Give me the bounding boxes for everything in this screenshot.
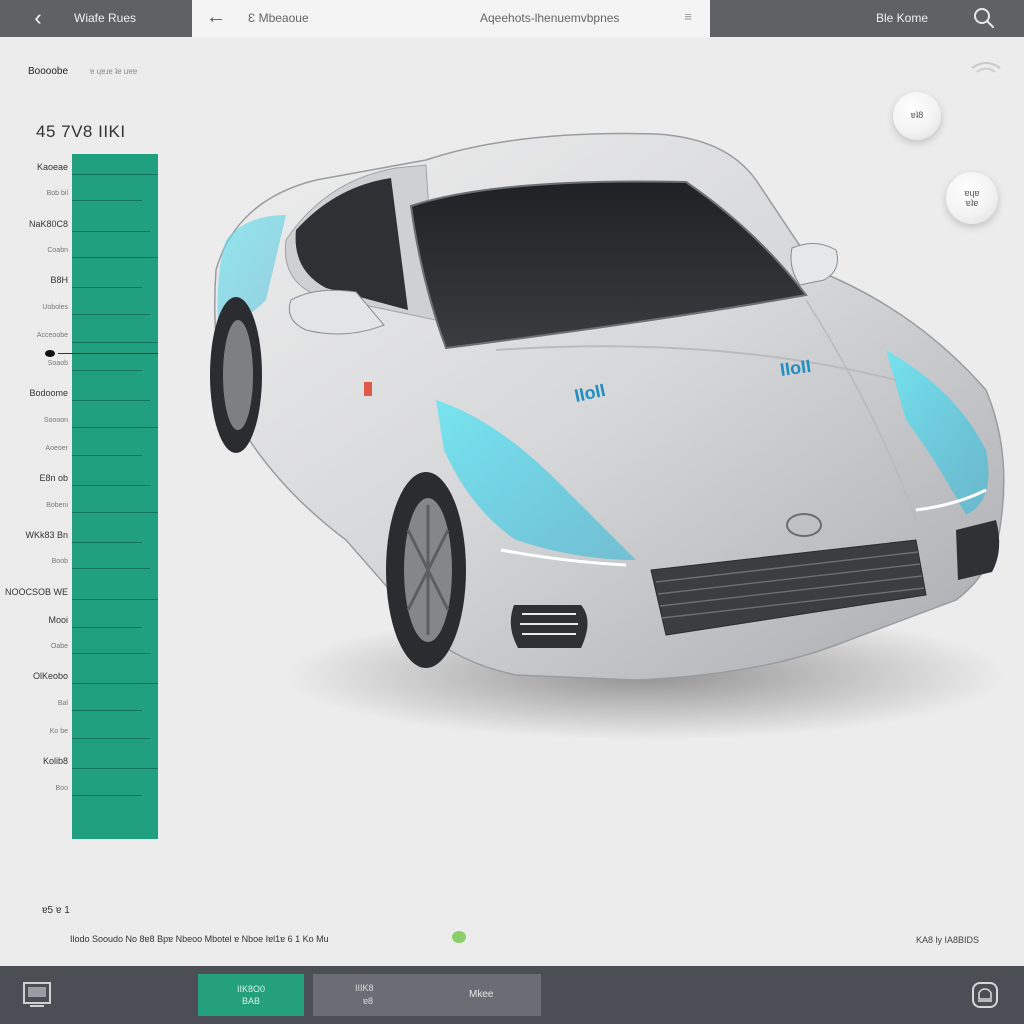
badge-top-line1: ɐʇ8: [910, 110, 924, 120]
back-arrow-icon[interactable]: ‹: [26, 5, 50, 31]
address-link[interactable]: Aqeehots-lhenuemvbpnes: [480, 11, 619, 25]
footer-right-text: KA8 ly IA8BIDS: [916, 935, 980, 945]
bar-grid-line: [72, 485, 150, 487]
car-side-marker: [364, 382, 372, 396]
level-bar-panel: [72, 154, 158, 839]
stat-label: Ko be: [49, 728, 68, 735]
bar-grid-line: [72, 626, 142, 628]
bar-grid-line: [72, 174, 158, 175]
badge-bottom-line1: ɐɥɐ: [964, 188, 980, 198]
bar-grid-line: [72, 287, 142, 289]
bottom-bar: IIK8O0 BAB IIIK8 ɐ8 Mkee: [0, 966, 1024, 1024]
bar-grid-line: [72, 768, 158, 770]
car-fog-light-right: [956, 520, 1000, 580]
bar-grid-line: [72, 738, 150, 739]
car-hood-text-right: IIoII: [779, 356, 812, 380]
stat-label: NaK80C8: [28, 218, 68, 229]
bar-grid-line: [72, 341, 158, 343]
primary-button-line1: IIK8O0: [236, 984, 265, 994]
stat-label: E8n ob: [39, 473, 68, 484]
slider-handle[interactable]: [45, 350, 55, 357]
bar-grid-line: [72, 541, 142, 543]
stat-label: Mooi: [48, 614, 68, 625]
stat-label: WKk83 Bn: [25, 529, 68, 540]
search-input[interactable]: [248, 11, 448, 25]
secondary-button-line2: Mkee: [469, 989, 494, 1000]
arrow-left-icon[interactable]: ←: [204, 6, 228, 30]
bar-grid-line: [72, 313, 150, 315]
car-logo: [786, 513, 822, 537]
status-dot: [452, 931, 466, 943]
stat-label: Boob: [51, 558, 68, 566]
search-icon[interactable]: [970, 4, 998, 32]
equalizer-icon[interactable]: ≡: [680, 9, 696, 27]
wifi-icon: [971, 62, 1001, 73]
secondary-mode-button[interactable]: IIIK8 ɐ8 Mkee: [313, 974, 541, 1016]
stat-label: Oabe: [50, 643, 68, 651]
stat-label: Kaoeae: [36, 162, 68, 172]
account-label[interactable]: Ble Kome: [876, 11, 928, 25]
primary-button-line2: BAB: [241, 996, 260, 1006]
stat-label: Bodoome: [29, 388, 68, 399]
stat-label: B8H: [50, 275, 68, 286]
stat-label: Coabn: [47, 246, 68, 254]
stat-label: Acceoobe: [36, 331, 68, 339]
stat-label: Bal: [57, 699, 68, 707]
bar-grid-line: [72, 230, 150, 232]
speed-readout: 45 7V8 IIKI: [36, 122, 126, 141]
slider-track: [58, 353, 158, 354]
stat-label: Soaob: [47, 360, 68, 368]
stat-label: Aoeoer: [45, 445, 68, 452]
section-label: Boooobe: [28, 66, 69, 77]
badge-bottom-line2: ɐʇɐ: [965, 198, 979, 208]
bar-grid-line: [72, 598, 158, 600]
section-sublabel: ɐ ɥɐɹɐ ʇɐ uɐɐ: [90, 67, 138, 76]
stat-label: Soooon: [43, 416, 68, 424]
footer-value: ɐ5 ɐ 1: [42, 905, 70, 916]
car-illustration: IIoII IIoII: [210, 132, 1006, 740]
secondary-button-line1b: ɐ8: [363, 996, 374, 1006]
bar-grid-line: [72, 568, 150, 570]
bar-grid-line: [72, 709, 142, 711]
car-rear-rim: [223, 320, 253, 430]
status-badge-bottom[interactable]: ɐɥɐ ɐʇɐ: [946, 172, 998, 224]
bar-grid-line: [72, 400, 150, 402]
car-mode-icon[interactable]: [970, 980, 1000, 1010]
primary-mode-button[interactable]: IIK8O0 BAB: [198, 974, 304, 1016]
stat-label: NOOCSOB WE: [4, 586, 68, 597]
status-badge-top[interactable]: ɐʇ8: [893, 92, 941, 140]
bar-grid-line: [72, 256, 158, 258]
stat-label: Uoboles: [42, 303, 68, 311]
stat-label: Boo: [55, 784, 68, 792]
bar-grid-line: [72, 370, 142, 372]
monitor-icon[interactable]: [22, 980, 52, 1008]
stat-label: Bobeni: [46, 501, 68, 509]
top-bar: ‹ Wiafe Rues ← Aqeehots-lhenuemvbpnes ≡ …: [0, 0, 1024, 37]
bar-grid-line: [72, 455, 142, 456]
app-title: Wiafe Rues: [74, 11, 137, 25]
secondary-button-line1: IIIK8: [355, 983, 374, 993]
bar-grid-line: [72, 794, 142, 796]
bar-grid-line: [72, 683, 158, 685]
bar-grid-line: [72, 426, 158, 428]
footer-caption: Ilodo Sooudo No 8ɐ8 Bpɐ Nbeoo Mbotel ɐ N…: [70, 934, 329, 944]
car-fog-light-left: [510, 605, 588, 648]
bar-grid-line: [72, 511, 158, 513]
address-bar: ← Aqeehots-lhenuemvbpnes ≡: [192, 0, 710, 37]
stat-label: Bob bil: [46, 190, 68, 198]
bar-grid-line: [72, 200, 142, 202]
stat-label: Kolib8: [42, 756, 68, 767]
stat-label: OlKeobo: [32, 671, 68, 682]
bar-grid-line: [72, 653, 150, 655]
